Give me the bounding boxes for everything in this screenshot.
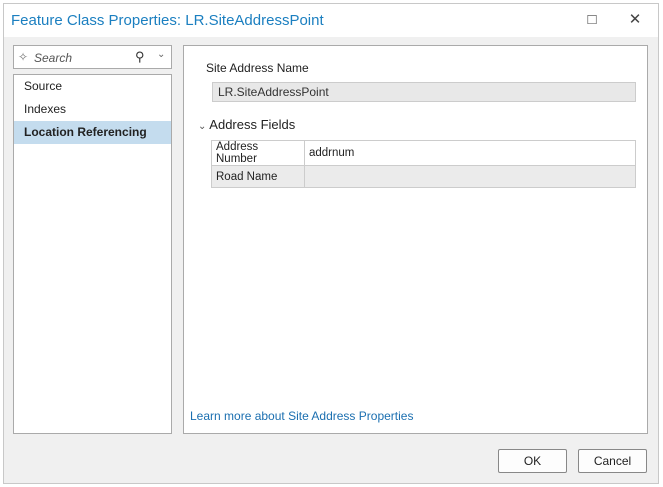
title-bar: Feature Class Properties: LR.SiteAddress… (4, 4, 658, 37)
site-address-name-label: Site Address Name (206, 61, 309, 75)
field-name: Address Number (211, 140, 305, 166)
field-value[interactable] (304, 165, 636, 188)
maximize-button[interactable]: □ (581, 10, 603, 30)
search-input[interactable]: ✧ Search ⚲ ⌄ (13, 45, 172, 69)
sidebar-item-location-referencing[interactable]: Location Referencing (14, 121, 171, 144)
dialog-window: Feature Class Properties: LR.SiteAddress… (3, 3, 659, 484)
table-row: Road Name (211, 165, 636, 188)
learn-more-link[interactable]: Learn more about Site Address Properties (190, 409, 413, 423)
sidebar-item-source[interactable]: Source (14, 75, 171, 98)
chevron-down-icon: ⌄ (198, 121, 207, 132)
content-panel: Site Address Name LR.SiteAddressPoint ⌄ … (183, 45, 648, 434)
cancel-button[interactable]: Cancel (578, 449, 647, 473)
field-value[interactable]: addrnum (304, 140, 636, 166)
section-title: Address Fields (209, 117, 296, 132)
field-name: Road Name (211, 165, 305, 188)
address-fields-table: Address Number addrnum Road Name (211, 140, 636, 188)
sparkle-icon: ✧ (18, 50, 29, 64)
search-icon[interactable]: ⚲ (135, 49, 145, 65)
site-address-name-field: LR.SiteAddressPoint (212, 82, 636, 102)
chevron-down-icon[interactable]: ⌄ (157, 49, 165, 60)
close-button[interactable]: ✕ (624, 10, 646, 30)
ok-button[interactable]: OK (498, 449, 567, 473)
search-placeholder: Search (34, 51, 73, 65)
sidebar-list: Source Indexes Location Referencing (13, 74, 172, 434)
table-row: Address Number addrnum (211, 140, 636, 166)
sidebar-item-indexes[interactable]: Indexes (14, 98, 171, 121)
dialog-title: Feature Class Properties: LR.SiteAddress… (11, 12, 324, 29)
address-fields-section[interactable]: ⌄ Address Fields (198, 117, 295, 132)
